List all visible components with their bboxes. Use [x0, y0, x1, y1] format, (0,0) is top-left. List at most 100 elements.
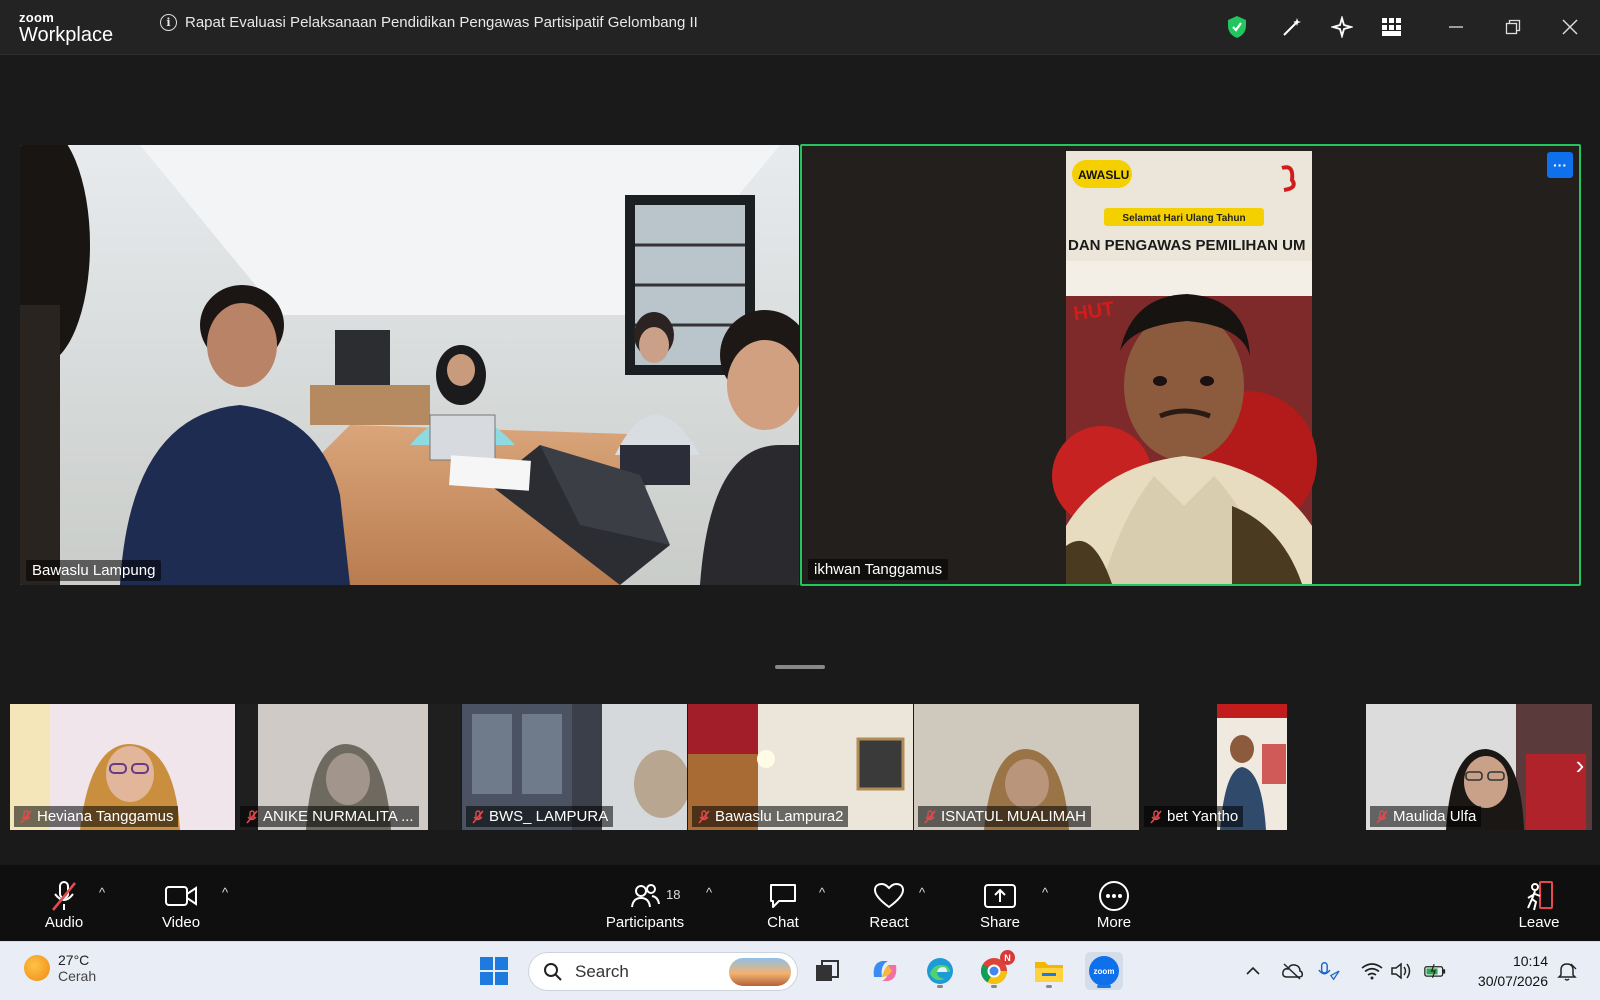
banner-greeting-text: Selamat Hari Ulang Tahun: [1122, 213, 1245, 224]
react-label: React: [869, 914, 909, 931]
resize-handle[interactable]: [775, 665, 825, 669]
tile-more-options-button[interactable]: ···: [1547, 152, 1573, 178]
zoom-logo-icon: zoom: [1089, 956, 1119, 986]
name-text: Maulida Ulfa: [1393, 808, 1477, 825]
participant-name-label: Maulida Ulfa: [1370, 806, 1482, 827]
active-indicator: [1097, 985, 1111, 988]
leave-button[interactable]: Leave: [1494, 879, 1584, 931]
clock-time: 10:14: [1512, 953, 1548, 969]
chat-options-caret-icon[interactable]: ^: [819, 885, 825, 900]
mic-muted-icon: [1376, 809, 1388, 824]
name-text: ANIKE NURMALITA ...: [263, 808, 414, 825]
copilot-icon[interactable]: [866, 952, 904, 990]
video-tile-bawaslu-lampung[interactable]: Bawaslu Lampung: [20, 145, 799, 585]
share-options-caret-icon[interactable]: ^: [1042, 885, 1048, 900]
weather-sun-icon: [24, 955, 50, 981]
participants-count: 18: [666, 887, 681, 902]
task-view-icon[interactable]: [808, 952, 846, 990]
react-options-caret-icon[interactable]: ^: [919, 885, 925, 900]
weather-widget[interactable]: 27°C Cerah: [24, 952, 96, 984]
chat-bubble-icon: [768, 879, 798, 913]
cloud-offline-icon[interactable]: [1281, 960, 1303, 982]
participant-name-label: ikhwan Tanggamus: [808, 559, 949, 580]
mic-muted-icon: [924, 809, 936, 824]
video-options-caret-icon[interactable]: ^: [222, 885, 228, 900]
thumb-maulida-ulfa[interactable]: Maulida Ulfa ›: [1366, 704, 1592, 830]
battery-charging-icon[interactable]: [1424, 960, 1446, 982]
audio-options-caret-icon[interactable]: ^: [99, 885, 105, 900]
mic-muted-icon: [698, 809, 710, 824]
leave-label: Leave: [1518, 914, 1560, 931]
video-tile-ikhwan-tanggamus[interactable]: AWASLU Selamat Hari Ulang Tahun DAN PENG…: [800, 144, 1581, 586]
meeting-controls-toolbar: Audio ^ Video ^ Participants 18 ^ Chat ^…: [0, 865, 1600, 941]
thumb-anike-nurmalita[interactable]: ANIKE NURMALITA ...: [236, 704, 461, 830]
name-text: Heviana Tanggamus: [37, 808, 174, 825]
restore-icon[interactable]: [1500, 14, 1526, 40]
chat-button[interactable]: Chat: [738, 879, 828, 931]
thumb-bet-yantho[interactable]: bet Yantho: [1140, 704, 1365, 830]
wifi-icon[interactable]: [1361, 960, 1383, 982]
file-explorer-icon[interactable]: [1030, 952, 1068, 990]
participant-name-label: bet Yantho: [1144, 806, 1244, 827]
meeting-info[interactable]: i Rapat Evaluasi Pelaksanaan Pendidikan …: [160, 14, 698, 31]
name-text: BWS_ LAMPURA: [489, 808, 609, 825]
running-indicator: [1046, 985, 1052, 988]
name-text: bet Yantho: [1167, 808, 1239, 825]
audio-button[interactable]: Audio: [19, 879, 109, 931]
weather-condition: Cerah: [58, 968, 97, 984]
heart-icon: [874, 879, 904, 913]
search-placeholder: Search: [575, 961, 629, 981]
meeting-room-video: [20, 145, 799, 585]
search-icon: [544, 962, 562, 981]
mic-muted-icon: [246, 809, 258, 824]
more-button[interactable]: More: [1069, 879, 1159, 931]
running-indicator: [937, 985, 943, 988]
logo-bottom: Workplace: [19, 24, 114, 46]
apps-grid-icon[interactable]: [1379, 14, 1405, 40]
participant-name-label: ISNATUL MUALIMAH: [918, 806, 1092, 827]
share-button[interactable]: Share: [955, 879, 1045, 931]
name-text: Bawaslu Lampura2: [715, 808, 844, 825]
search-highlight-image: [729, 958, 791, 986]
share-screen-icon: [984, 879, 1016, 913]
taskbar-search-box[interactable]: Search: [528, 952, 798, 991]
zoom-app-icon[interactable]: zoom: [1085, 952, 1123, 990]
show-hidden-icons-chevron-icon[interactable]: [1242, 960, 1264, 982]
ai-companion-sparkle-icon[interactable]: [1329, 14, 1355, 40]
windows-start-icon[interactable]: [475, 952, 513, 990]
running-indicator: [991, 985, 997, 988]
participant-name-label: Bawaslu Lampung: [26, 560, 162, 581]
title-bar: zoom Workplace i Rapat Evaluasi Pelaksan…: [0, 0, 1600, 55]
close-icon[interactable]: [1557, 14, 1583, 40]
thumb-bws-lampura[interactable]: BWS_ LAMPURA: [462, 704, 687, 830]
thumb-heviana-tanggamus[interactable]: Heviana Tanggamus: [10, 704, 235, 830]
thumb-isnatul-mualimah[interactable]: ISNATUL MUALIMAH: [914, 704, 1139, 830]
notification-bell-icon[interactable]: [1556, 960, 1578, 982]
logo-top: zoom: [19, 10, 55, 25]
mic-muted-icon: [472, 809, 484, 824]
info-icon[interactable]: i: [160, 14, 177, 31]
participant-name-label: BWS_ LAMPURA: [466, 806, 614, 827]
participant-filmstrip: Heviana Tanggamus ANIKE NURMALITA ... BW…: [10, 704, 1592, 830]
zoom-workplace-logo: zoom Workplace: [19, 11, 113, 45]
magic-wand-icon[interactable]: [1279, 14, 1305, 40]
participants-options-caret-icon[interactable]: ^: [706, 885, 712, 900]
encryption-shield-icon[interactable]: [1224, 14, 1250, 40]
meeting-title: Rapat Evaluasi Pelaksanaan Pendidikan Pe…: [185, 14, 698, 31]
participant-name-label: ANIKE NURMALITA ...: [240, 806, 419, 827]
thumb-bawaslu-lampura2[interactable]: Bawaslu Lampura2: [688, 704, 913, 830]
chrome-browser-icon[interactable]: N: [975, 950, 1015, 990]
minimize-icon[interactable]: [1443, 14, 1469, 40]
more-label: More: [1096, 914, 1132, 931]
participant-name-label: Heviana Tanggamus: [14, 806, 179, 827]
video-button[interactable]: Video: [136, 879, 226, 931]
mic-muted-icon: [1150, 809, 1162, 824]
mic-muted-icon: [20, 809, 32, 824]
clock-date: 30/07/2026: [1477, 973, 1548, 989]
system-clock[interactable]: 10:14 30/07/2026: [1478, 951, 1548, 991]
filmstrip-next-chevron-icon[interactable]: ›: [1570, 750, 1590, 780]
edge-browser-icon[interactable]: [921, 952, 959, 990]
video-camera-icon: [165, 879, 197, 913]
microphone-in-use-icon[interactable]: [1318, 960, 1340, 982]
volume-icon[interactable]: [1390, 960, 1412, 982]
